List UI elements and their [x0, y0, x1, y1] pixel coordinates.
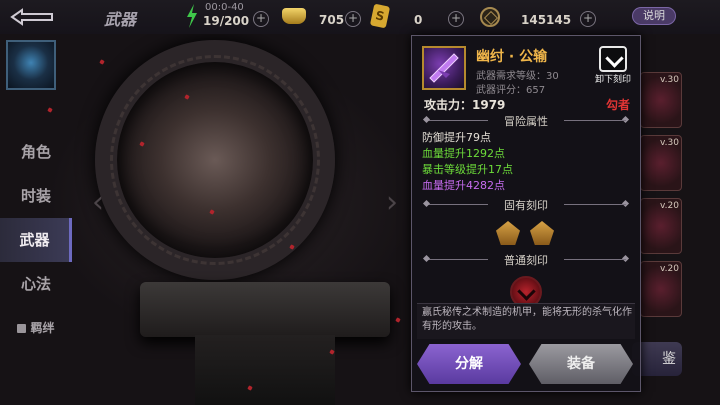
add-gold-button[interactable]: + [345, 11, 361, 27]
menu-item-bond[interactable]: 羁绊 [0, 306, 72, 350]
section-inherent-engraving: 固有刻印 [422, 197, 630, 212]
weapon-art-icon [429, 53, 459, 83]
section-adventure-attributes: 冒险属性 [422, 113, 630, 128]
menu-item-label: 羁绊 [30, 321, 55, 335]
anvil [140, 282, 390, 337]
menu-item-label: 心法 [20, 275, 51, 293]
section-normal-engraving: 普通刻印 [422, 252, 630, 267]
avatar[interactable] [6, 40, 56, 90]
inherent-engraving-icon[interactable] [530, 221, 554, 245]
weapon-icon [422, 46, 466, 90]
attribute-line: 暴击等级提升17点 [422, 163, 513, 176]
unload-engraving-button[interactable]: 卸下刻印 [592, 46, 634, 88]
inherent-engraving-icon[interactable] [496, 221, 520, 245]
coin-value: 145145 [521, 13, 572, 27]
class-tag: 勾者 [605, 98, 630, 112]
weapon-slot[interactable]: v.30 [640, 72, 682, 128]
add-ticket-button[interactable]: + [448, 11, 464, 27]
ticket-icon: S [369, 3, 391, 29]
help-button[interactable]: 说明 [632, 7, 676, 25]
menu-item-label: 角色 [20, 143, 51, 161]
ticket-value: 0 [414, 13, 423, 27]
coin-icon [480, 7, 500, 27]
stamina-value: 19/200 [203, 14, 250, 28]
diamond-icon [422, 115, 431, 124]
diamond-icon [621, 199, 630, 208]
diamond-icon [621, 254, 630, 263]
left-menu: 角色 时装 武器 心法 羁绊 [0, 130, 72, 350]
top-bar: 武器 00:0-40 19/200 + 705 + S 0 + 145145 +… [0, 0, 720, 34]
weapon-slot-level: v.20 [660, 201, 679, 211]
menu-item-mind-method[interactable]: 心法 [0, 262, 72, 306]
weapon-required-level: 武器需求等级：30 [476, 71, 559, 82]
stamina-bolt-icon [187, 4, 197, 28]
menu-item-fashion[interactable]: 时装 [0, 174, 72, 218]
gold-value: 705 [319, 13, 345, 27]
back-button[interactable] [8, 6, 60, 28]
lock-icon [17, 324, 27, 333]
weapon-slot[interactable]: v.20 [640, 261, 682, 317]
add-stamina-button[interactable]: + [253, 11, 269, 27]
weapon-slot[interactable]: v.30 [640, 135, 682, 191]
add-coin-button[interactable]: + [580, 11, 596, 27]
diamond-icon [621, 115, 630, 124]
equip-button[interactable]: 装备 [529, 344, 633, 384]
attack-power: 攻击力：1979 [424, 98, 506, 112]
gold-ingot-icon [282, 8, 306, 24]
diamond-icon [422, 199, 431, 208]
weapon-slot-level: v.20 [660, 264, 679, 274]
prev-arrow-icon[interactable]: ‹ [92, 185, 104, 220]
forge-ring-inner [110, 55, 320, 265]
decompose-button[interactable]: 分解 [417, 344, 521, 384]
section-title-text: 固有刻印 [504, 199, 548, 212]
section-title-text: 普通刻印 [504, 254, 548, 267]
attribute-line: 防御提升79点 [422, 131, 491, 144]
weapon-name: 幽纣 · 公输 [476, 49, 548, 65]
next-arrow-icon[interactable]: › [386, 185, 398, 220]
anvil-base [195, 335, 335, 405]
page-title: 武器 [104, 10, 137, 29]
unload-engraving-label: 卸下刻印 [594, 75, 631, 85]
menu-item-label: 时装 [20, 187, 51, 205]
diamond-icon [422, 254, 431, 263]
menu-item-weapon[interactable]: 武器 [0, 218, 72, 262]
weapon-slot-level: v.30 [660, 138, 679, 148]
weapon-score: 武器评分：657 [476, 85, 546, 96]
menu-item-character[interactable]: 角色 [0, 130, 72, 174]
section-title-text: 冒险属性 [504, 115, 548, 128]
attribute-line: 血量提升1292点 [422, 147, 505, 160]
stamina-timer: 00:0-40 [205, 2, 244, 13]
download-arrow-icon [599, 46, 627, 72]
back-arrow-icon [10, 8, 53, 26]
attribute-line: 血量提升4282点 [422, 179, 505, 192]
weapon-detail-panel: 幽纣 · 公输 武器需求等级：30 武器评分：657 卸下刻印 攻击力：1979… [411, 35, 641, 392]
weapon-slot-level: v.30 [660, 75, 679, 85]
attribute-list: 防御提升79点 血量提升1292点 暴击等级提升17点 血量提升4282点 [422, 130, 513, 194]
menu-item-label: 武器 [19, 231, 50, 249]
weapon-slot[interactable]: v.20 [640, 198, 682, 254]
weapon-description: 赢氏秘传之术制造的机甲，能将无形的杀气化作有形的攻击。 [422, 307, 632, 332]
